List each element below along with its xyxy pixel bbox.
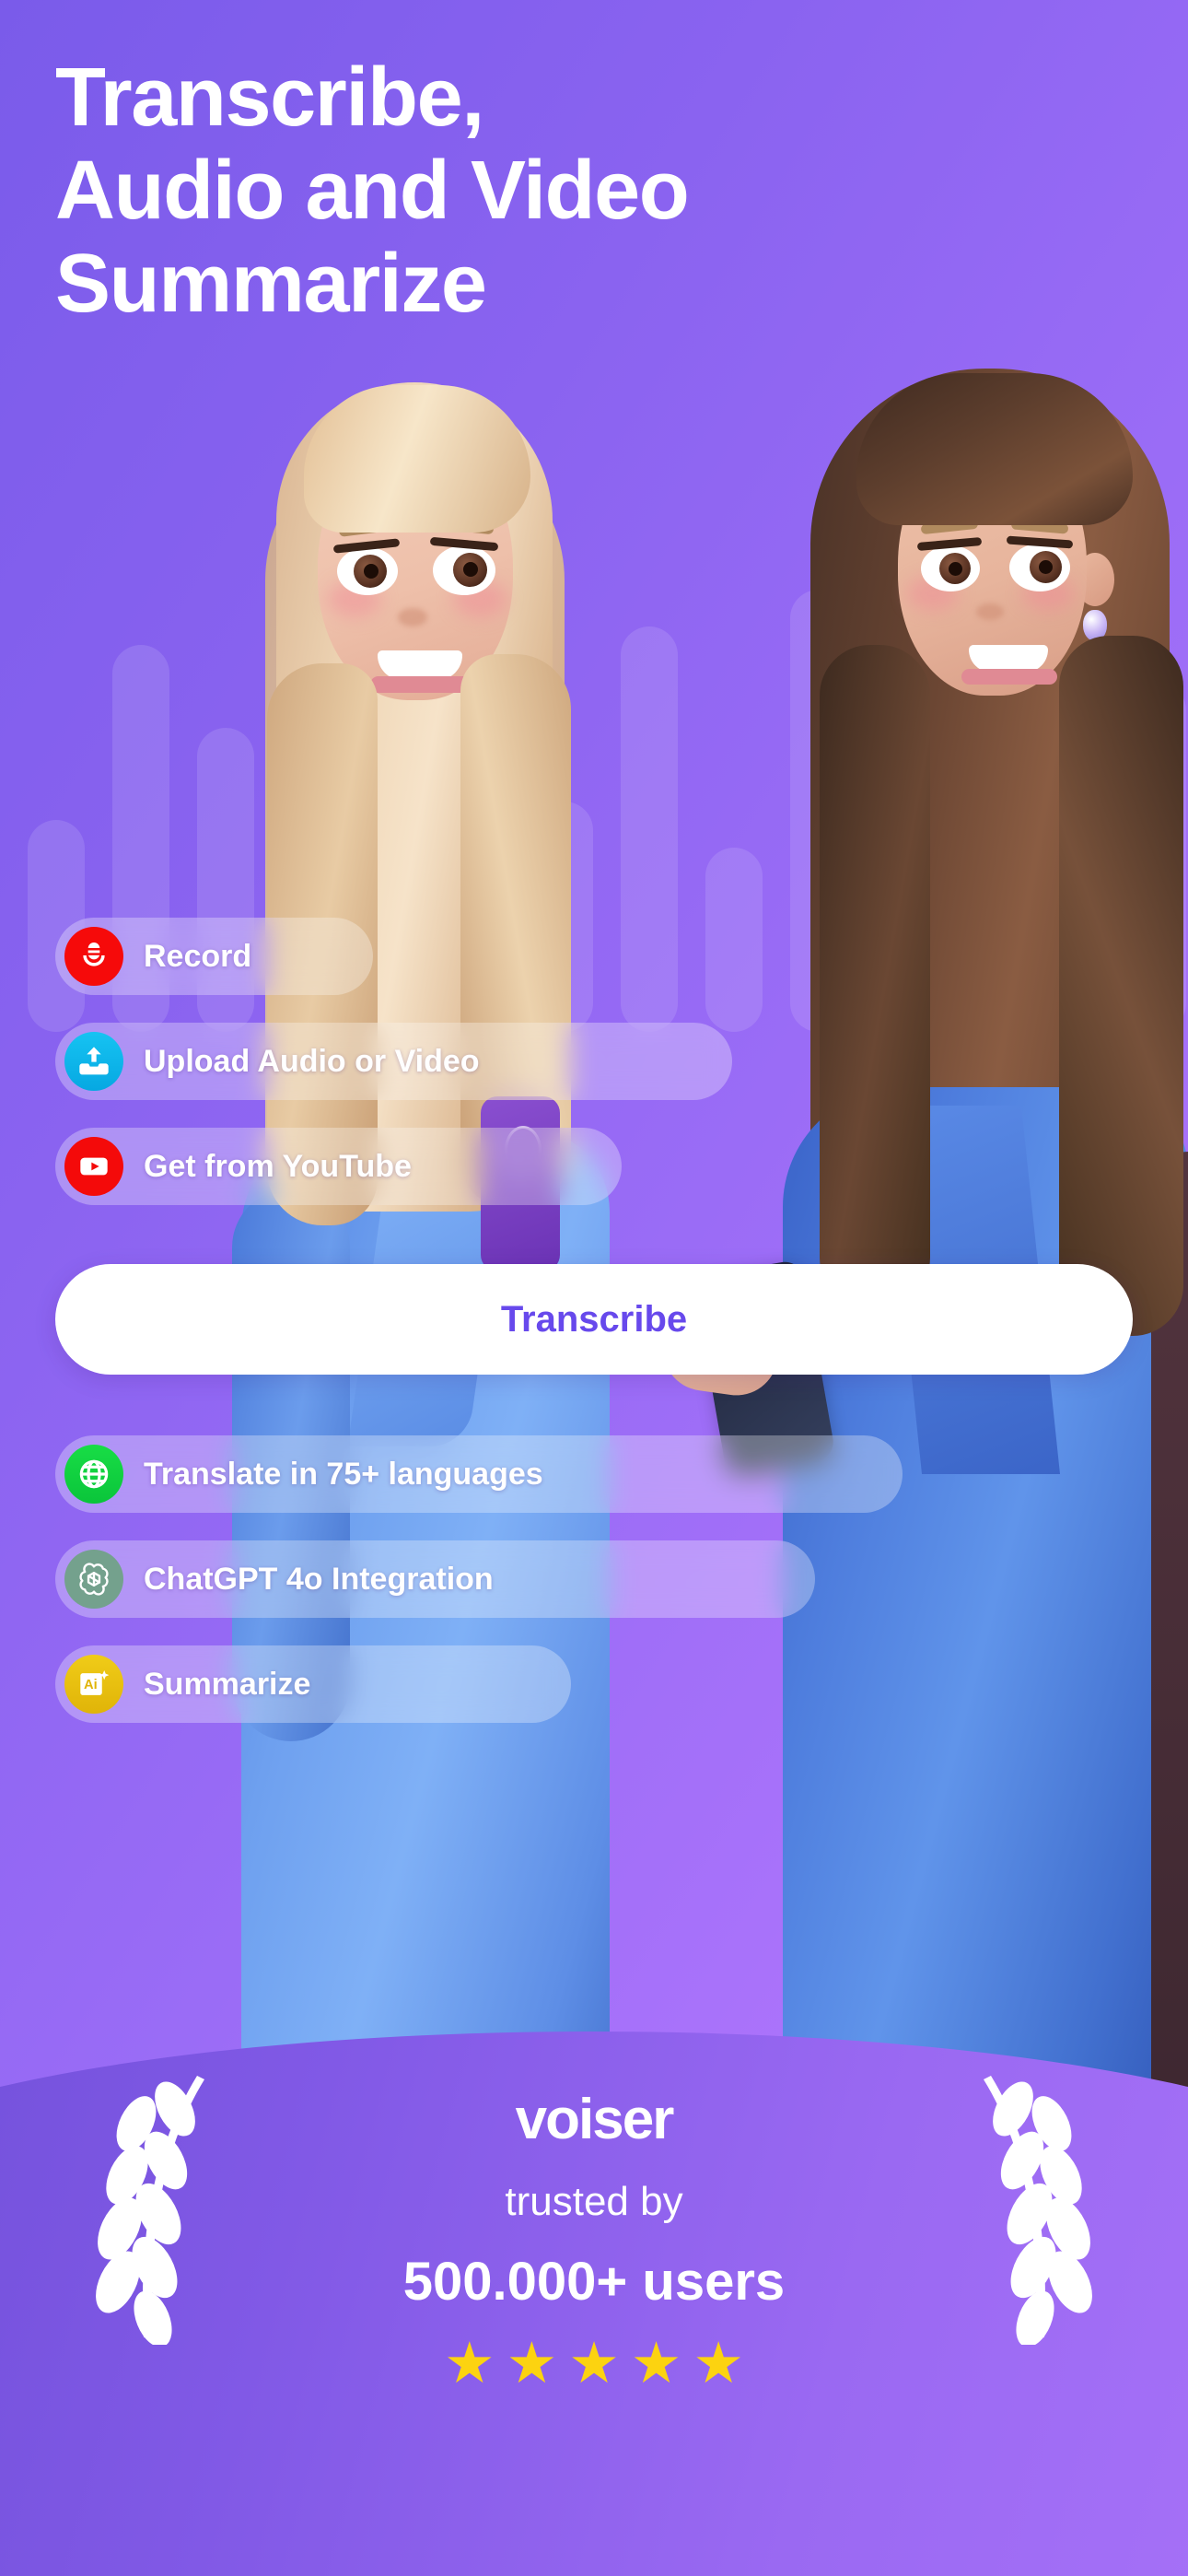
feature-pill-youtube[interactable]: Get from YouTube [55, 1128, 622, 1205]
transcribe-button[interactable]: Transcribe [55, 1264, 1133, 1375]
feature-pill-record[interactable]: Record [55, 918, 373, 995]
feature-pill-chatgpt[interactable]: ChatGPT 4o Integration [55, 1540, 815, 1618]
feature-label: ChatGPT 4o Integration [144, 1561, 494, 1597]
star-rating: ★ ★ ★ ★ ★ [0, 2336, 1188, 2393]
star-icon: ★ [444, 2332, 495, 2395]
transcribe-button-label: Transcribe [500, 1298, 688, 1340]
trust-banner: voiser trusted by 500.000+ users ★ ★ ★ ★… [0, 2032, 1188, 2576]
feature-label: Summarize [144, 1666, 311, 1702]
user-count-label: 500.000+ users [402, 2252, 786, 2312]
microphone-icon [64, 927, 123, 986]
feature-label: Translate in 75+ languages [144, 1456, 543, 1492]
brand-logo: voiser [0, 2087, 1188, 2152]
feature-label: Upload Audio or Video [144, 1043, 480, 1079]
star-icon: ★ [693, 2332, 744, 2395]
svg-text:Ai: Ai [84, 1678, 98, 1692]
openai-icon [64, 1550, 123, 1609]
star-icon: ★ [630, 2332, 682, 2395]
trusted-by-label: trusted by [505, 2179, 683, 2224]
youtube-icon [64, 1137, 123, 1196]
feature-pill-upload[interactable]: Upload Audio or Video [55, 1023, 732, 1100]
app-promo-screen: Transcribe, Audio and Video Summarize Re… [0, 0, 1188, 2576]
feature-label: Get from YouTube [144, 1148, 412, 1184]
feature-label: Record [144, 938, 252, 974]
ai-sparkle-icon: Ai [64, 1655, 123, 1714]
upload-icon [64, 1032, 123, 1091]
globe-icon [64, 1445, 123, 1504]
star-icon: ★ [506, 2332, 558, 2395]
feature-pill-translate[interactable]: Translate in 75+ languages [55, 1435, 903, 1513]
star-icon: ★ [568, 2332, 620, 2395]
brand-logo-text: voiser [515, 2088, 675, 2151]
feature-pill-summarize[interactable]: Ai Summarize [55, 1645, 571, 1723]
